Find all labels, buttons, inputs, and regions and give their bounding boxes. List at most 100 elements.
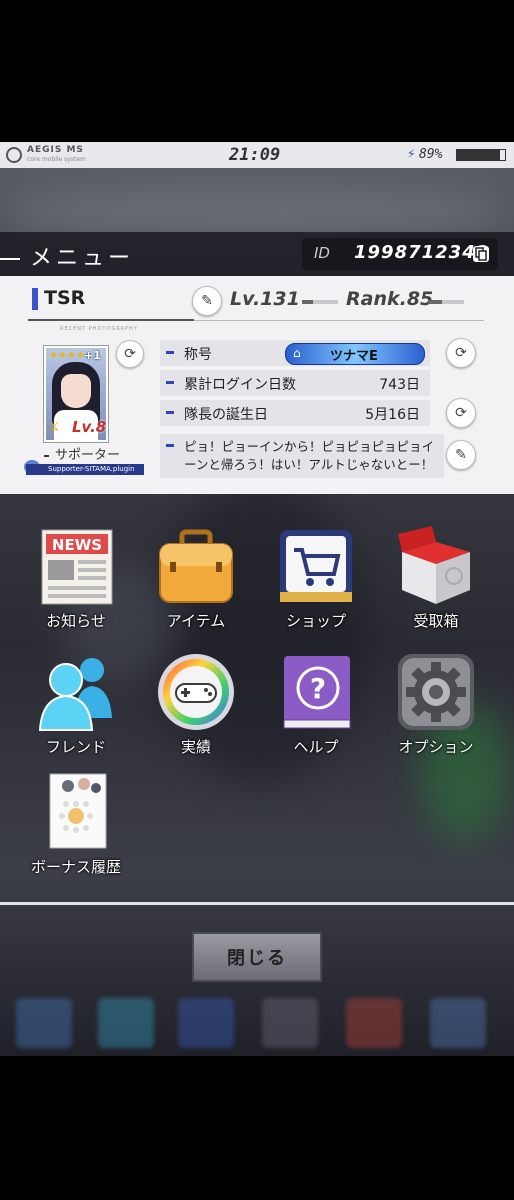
refresh-icon: ⟳	[124, 346, 136, 362]
pencil-icon: ✎	[455, 447, 467, 463]
plugin-tag: Supporter-SITAMA.plugin	[26, 464, 144, 475]
charging-icon: ⚡	[407, 146, 416, 162]
refresh-icon: ⟳	[455, 345, 467, 361]
blurred-tile	[262, 998, 318, 1048]
briefcase-icon	[156, 526, 236, 606]
menu-help-label: ヘルプ	[293, 738, 339, 756]
title-row: 称号 ⌂ ツナマE	[160, 340, 430, 366]
svg-text:NEWS: NEWS	[52, 536, 102, 554]
pencil-icon: ✎	[201, 293, 213, 309]
avatar-face	[61, 374, 91, 408]
news-icon: NEWS	[36, 526, 116, 606]
aegis-logo-icon	[6, 147, 22, 163]
gamepad-icon	[156, 652, 236, 732]
name-accent-bar	[32, 288, 38, 310]
row-marker	[166, 444, 174, 447]
header-divider	[194, 320, 484, 321]
birthday-value: 5月16日	[365, 407, 420, 423]
menu-gift-box-label: 受取箱	[413, 612, 459, 630]
login-days-row: 累計ログイン日数 743日	[160, 370, 430, 396]
menu-friends-label: フレンド	[45, 738, 106, 756]
player-rank: Rank.85	[346, 288, 434, 310]
id-value: 1998712342	[354, 242, 490, 263]
level-gauge-fill	[302, 300, 313, 304]
menu-bonus-history[interactable]: ボーナス履歴	[26, 772, 126, 877]
brand-name: AEGIS MS	[27, 145, 84, 155]
close-button[interactable]: 閉じる	[192, 932, 322, 982]
menu-title-text: メニュー	[30, 246, 135, 271]
edit-name-button[interactable]: ✎	[192, 286, 222, 316]
comment-text: ピョ！ピョーインから！ピョピョピョピョイーンと帰ろう！はい！アルトじゃないとー！	[184, 439, 435, 472]
player-name: TSR	[44, 287, 86, 309]
brand-subtitle: core mobile system	[27, 156, 86, 163]
supporter-label-text: サポーター	[55, 448, 121, 463]
menu-shop[interactable]: ショップ	[266, 526, 366, 631]
blurred-tile	[178, 998, 234, 1048]
battery-icon	[456, 149, 506, 161]
supporter-avatar[interactable]: ★★★★ +1 ⚔ Lv.81	[44, 346, 108, 442]
sword-icon: ⚔	[48, 420, 60, 435]
menu-achievements[interactable]: 実績	[146, 652, 246, 757]
supporter-label: サポーター	[44, 444, 120, 463]
gift-box-icon	[396, 526, 476, 606]
name-underline	[28, 319, 194, 321]
edit-comment-button[interactable]: ✎	[446, 440, 476, 470]
birthday-row: 隊長の誕生日 5月16日	[160, 400, 430, 426]
change-birthday-button[interactable]: ⟳	[446, 398, 476, 428]
change-supporter-button[interactable]: ⟳	[116, 340, 144, 368]
rank-gauge-fill	[428, 300, 443, 304]
level-gauge	[302, 300, 338, 304]
refresh-icon: ⟳	[455, 405, 467, 421]
menu-item-label: アイテム	[166, 612, 226, 630]
player-id-box: ID 1998712342	[302, 238, 498, 270]
comment-box: ピョ！ピョーインから！ピョピョピョピョイーンと帰ろう！はい！アルトじゃないとー！	[160, 434, 444, 478]
menu-bonus-history-label: ボーナス履歴	[30, 858, 121, 876]
background-dock	[0, 992, 514, 1056]
photo-hint: RECENT PHOTOGRAPHY	[60, 326, 138, 332]
title-badge: ⌂ ツナマE	[285, 343, 425, 365]
menu-shop-label: ショップ	[285, 612, 346, 630]
row-marker	[166, 411, 174, 414]
copy-icon[interactable]	[472, 245, 490, 263]
login-days-label: 累計ログイン日数	[184, 377, 296, 393]
id-label: ID	[314, 244, 330, 262]
avatar-level: Lv.81	[72, 418, 107, 436]
status-bar: AEGIS MS core mobile system 21:09 ⚡ 89%	[0, 142, 514, 168]
player-level: Lv.131	[230, 288, 300, 310]
label-dash	[44, 454, 49, 457]
friends-icon	[36, 652, 116, 732]
blurred-tile	[16, 998, 72, 1048]
menu-options-label: オプション	[398, 738, 474, 756]
menu-header: メニュー ID 1998712342	[0, 232, 514, 276]
menu-item[interactable]: アイテム	[146, 526, 246, 631]
svg-text:?: ?	[310, 672, 326, 705]
title-dash	[0, 258, 20, 260]
row-marker	[166, 381, 174, 384]
clock: 21:09	[229, 145, 281, 165]
menu-gift-box[interactable]: 受取箱	[386, 526, 486, 631]
rank-gauge	[428, 300, 464, 304]
rarity-stars: ★★★★	[49, 350, 85, 361]
menu-news[interactable]: NEWS お知らせ	[26, 526, 126, 631]
menu-news-label: お知らせ	[46, 612, 106, 630]
battery-fill	[457, 150, 500, 160]
help-book-icon: ?	[276, 652, 356, 732]
bottom-divider	[0, 902, 514, 905]
gear-icon	[396, 652, 476, 732]
title-label: 称号	[184, 347, 212, 363]
house-icon: ⌂	[293, 346, 301, 360]
birthday-label: 隊長の誕生日	[184, 407, 268, 423]
bonus-history-icon	[36, 772, 116, 852]
title-badge-text: ツナマE	[330, 349, 378, 364]
menu-options[interactable]: オプション	[386, 652, 486, 757]
blurred-tile	[430, 998, 486, 1048]
menu-help[interactable]: ? ヘルプ	[266, 652, 366, 757]
profile-panel: TSR RECENT PHOTOGRAPHY ✎ Lv.131 Rank.85 …	[0, 276, 514, 494]
menu-title: メニュー	[0, 240, 134, 272]
menu-friends[interactable]: フレンド	[26, 652, 126, 757]
menu-achievements-label: 実績	[180, 738, 211, 756]
login-days-value: 743日	[379, 377, 420, 393]
blurred-tile	[98, 998, 154, 1048]
avatar-plus: +1	[84, 349, 101, 362]
change-title-button[interactable]: ⟳	[446, 338, 476, 368]
